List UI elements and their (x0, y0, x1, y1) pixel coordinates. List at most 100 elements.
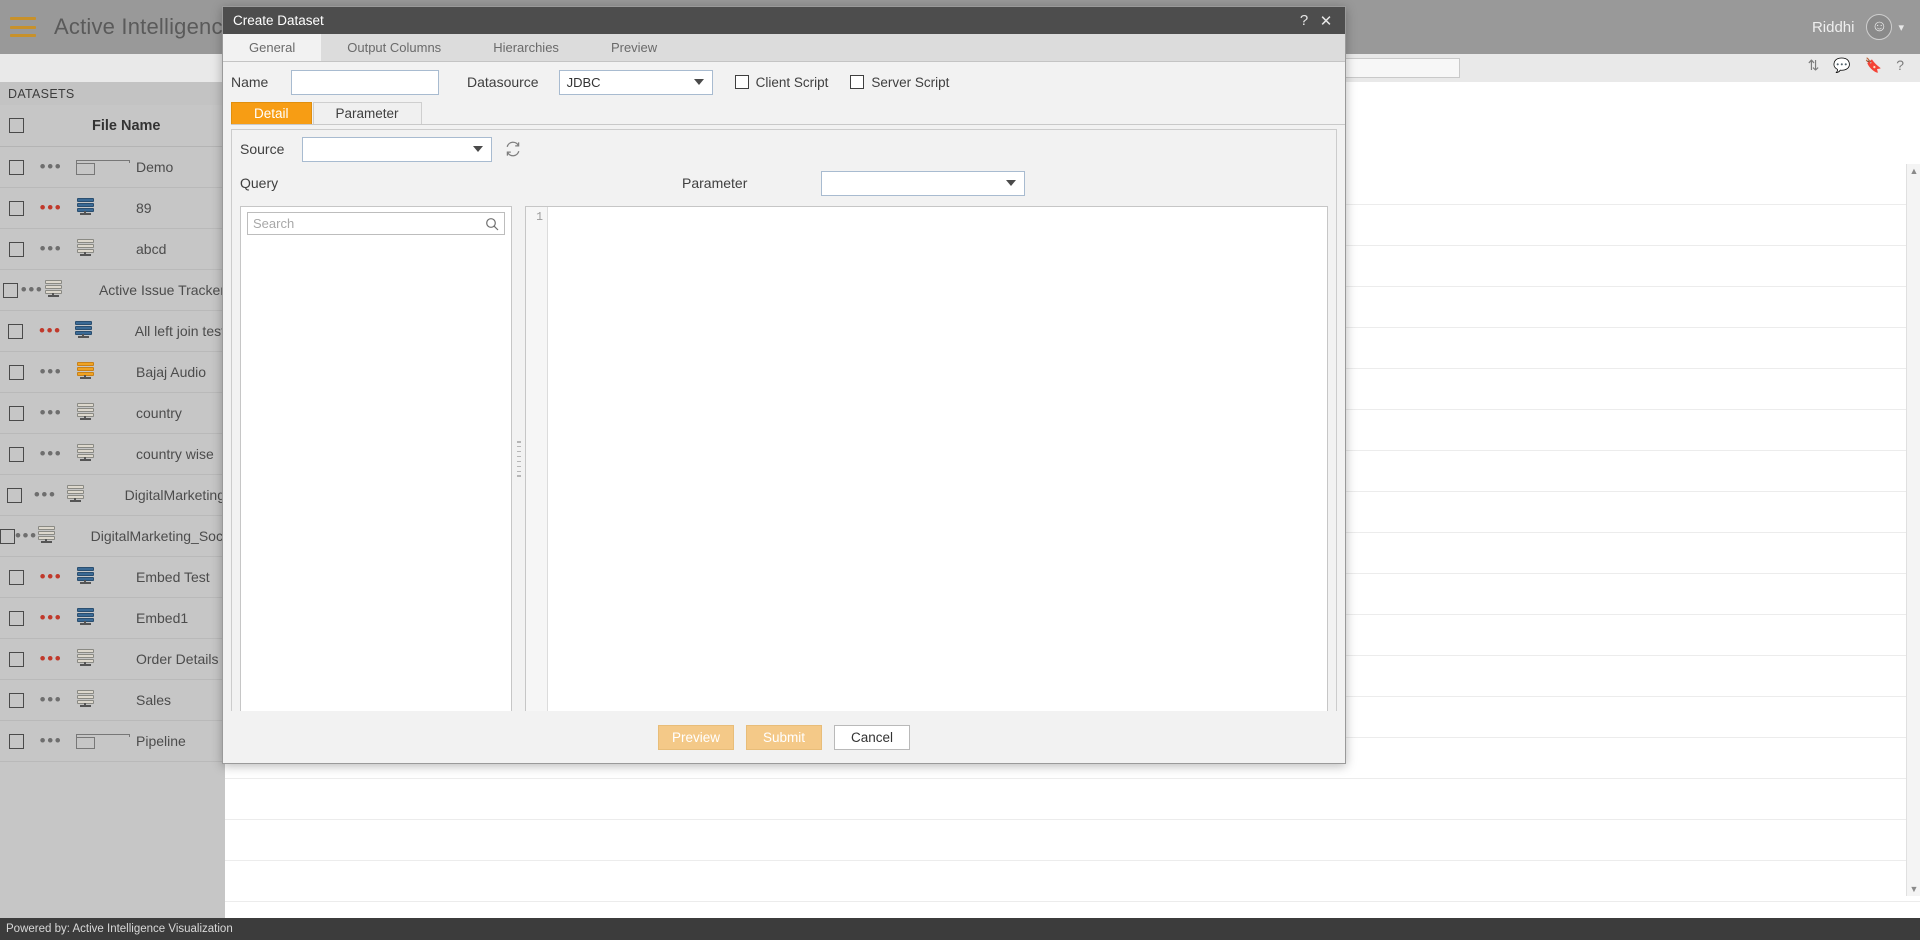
row-checkbox[interactable] (8, 733, 24, 749)
chevron-down-icon[interactable]: ▾ (1898, 21, 1904, 34)
datasource-select[interactable]: JDBC (558, 69, 713, 95)
tab-output-columns[interactable]: Output Columns (321, 34, 468, 61)
hamburger-menu-icon[interactable] (10, 17, 36, 37)
subtab-parameter[interactable]: Parameter (312, 102, 422, 124)
database-icon (75, 321, 93, 341)
table-row[interactable]: ••• abcd (0, 229, 225, 270)
row-actions-menu-icon[interactable]: ••• (40, 240, 63, 257)
row-actions-menu-icon[interactable]: ••• (40, 158, 63, 175)
schema-search-box[interactable] (247, 212, 505, 235)
row-actions-menu-icon[interactable]: ••• (15, 527, 38, 544)
table-row[interactable]: ••• country (0, 393, 225, 434)
database-icon (76, 403, 94, 423)
schema-tree-pane (240, 206, 512, 712)
row-checkbox[interactable] (8, 610, 24, 626)
parameter-select[interactable] (821, 170, 1026, 196)
row-actions-menu-icon[interactable]: ••• (40, 650, 63, 667)
sql-code-input[interactable] (548, 207, 1327, 711)
row-checkbox[interactable] (8, 323, 24, 339)
row-checkbox[interactable] (8, 241, 24, 257)
dataset-name-label: Order Details (136, 651, 219, 667)
dialog-body: Name Datasource JDBC Client Script Serve… (223, 62, 1345, 721)
row-checkbox[interactable] (8, 446, 24, 462)
row-actions-menu-icon[interactable]: ••• (21, 281, 44, 298)
preview-button[interactable]: Preview (658, 724, 734, 750)
editor-splitter-handle[interactable] (512, 206, 525, 712)
tab-general[interactable]: General (223, 34, 322, 61)
server-script-label: Server Script (871, 74, 950, 90)
row-actions-menu-icon[interactable]: ••• (40, 404, 63, 421)
row-checkbox[interactable] (6, 487, 22, 503)
tab-hierarchies[interactable]: Hierarchies (467, 34, 585, 61)
comment-icon[interactable]: 💬 (1833, 58, 1850, 72)
table-row[interactable]: ••• Active Issue Tracker (0, 270, 225, 311)
row-actions-menu-icon[interactable]: ••• (40, 732, 63, 749)
tab-preview[interactable]: Preview (584, 34, 684, 61)
database-icon (76, 608, 94, 628)
search-magnifier-icon[interactable] (485, 217, 499, 231)
table-row[interactable]: ••• country wise (0, 434, 225, 475)
table-row[interactable]: ••• Order Details (0, 639, 225, 680)
detail-parameter-subtabs: Detail Parameter (231, 102, 1345, 125)
row-actions-menu-icon[interactable]: ••• (40, 445, 63, 462)
app-footer: Powered by: Active Intelligence Visualiz… (0, 918, 1920, 940)
dialog-title: Create Dataset (233, 13, 324, 28)
page-scrollbar[interactable]: ▲ ▼ (1906, 164, 1920, 896)
database-icon (76, 198, 94, 218)
schema-search-input[interactable] (253, 216, 485, 231)
user-avatar-icon[interactable]: ☺ (1866, 14, 1893, 40)
refresh-icon[interactable]: ⇅ (1808, 58, 1820, 72)
client-script-checkbox[interactable]: Client Script (734, 74, 829, 90)
row-actions-menu-icon[interactable]: ••• (40, 199, 63, 216)
chevron-down-icon (693, 79, 704, 85)
table-row[interactable]: ••• Demo (0, 147, 225, 188)
bookmark-icon[interactable]: 🔖 (1865, 58, 1882, 72)
name-label: Name (231, 74, 269, 90)
row-actions-menu-icon[interactable]: ••• (40, 363, 63, 380)
row-checkbox[interactable] (0, 528, 15, 544)
table-row[interactable]: ••• Pipeline (0, 721, 225, 762)
table-row[interactable]: ••• 89 (0, 188, 225, 229)
refresh-circular-icon[interactable] (504, 140, 522, 158)
row-actions-menu-icon[interactable]: ••• (40, 568, 63, 585)
help-icon[interactable]: ? (1896, 58, 1904, 72)
row-actions-menu-icon[interactable]: ••• (40, 691, 63, 708)
server-script-checkbox[interactable]: Server Script (850, 75, 949, 90)
table-row[interactable]: ••• Embed Test (0, 557, 225, 598)
dataset-name-label: DigitalMarketing (124, 487, 225, 503)
row-checkbox[interactable] (8, 651, 24, 667)
row-checkbox[interactable] (8, 159, 24, 175)
cancel-button[interactable]: Cancel (834, 724, 910, 750)
scroll-up-icon[interactable]: ▲ (1907, 164, 1920, 178)
subtab-detail[interactable]: Detail (231, 102, 312, 124)
source-select[interactable] (302, 136, 492, 162)
table-row[interactable]: ••• Bajaj Audio (0, 352, 225, 393)
row-actions-menu-icon[interactable]: ••• (40, 609, 63, 626)
table-row[interactable]: ••• DigitalMarketing (0, 475, 225, 516)
name-input[interactable] (291, 69, 439, 95)
source-label: Source (240, 141, 285, 157)
row-checkbox[interactable] (8, 405, 24, 421)
sql-code-pane[interactable]: 1 (525, 206, 1328, 712)
dataset-name-label: Active Issue Tracker (98, 282, 225, 298)
submit-button[interactable]: Submit (746, 724, 822, 750)
datasets-row-list: ••• Demo ••• 89 ••• abcd ••• Active Issue Track… (0, 147, 237, 762)
row-checkbox[interactable] (2, 282, 18, 298)
dataset-name-label: country (136, 405, 182, 421)
client-script-label: Client Script (755, 74, 829, 90)
row-checkbox[interactable] (8, 692, 24, 708)
row-actions-menu-icon[interactable]: ••• (34, 486, 57, 503)
scroll-down-icon[interactable]: ▼ (1907, 882, 1920, 896)
table-row[interactable]: ••• All left join test (0, 311, 225, 352)
row-checkbox[interactable] (8, 200, 24, 216)
table-row[interactable]: ••• Embed1 (0, 598, 225, 639)
table-row[interactable]: ••• DigitalMarketing_Social (0, 516, 237, 557)
select-all-checkbox[interactable] (8, 118, 24, 133)
row-actions-menu-icon[interactable]: ••• (39, 322, 62, 339)
table-row[interactable]: ••• Sales (0, 680, 225, 721)
row-checkbox[interactable] (8, 364, 24, 380)
folder-icon (75, 733, 130, 749)
close-x-icon[interactable]: ✕ (1315, 12, 1337, 30)
question-mark-icon[interactable]: ? (1293, 12, 1315, 29)
row-checkbox[interactable] (8, 569, 24, 585)
